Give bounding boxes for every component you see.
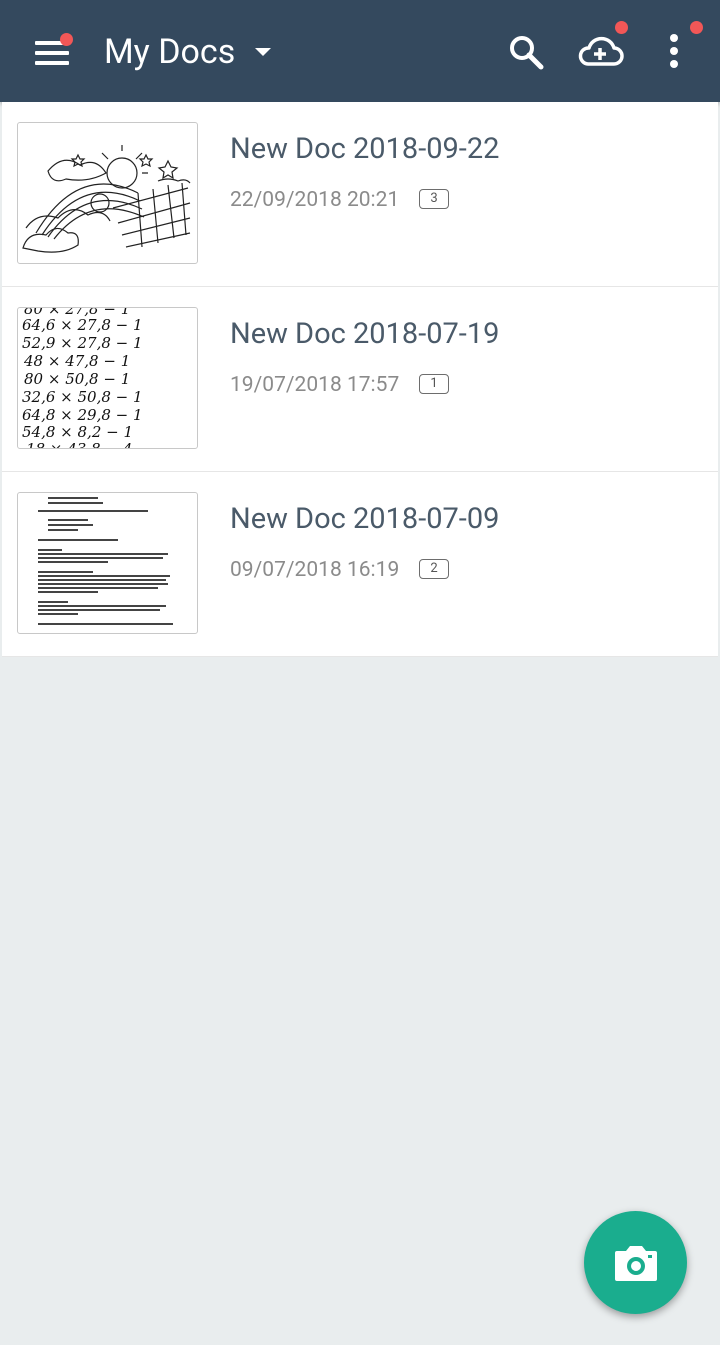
notification-dot (690, 21, 703, 34)
cloud-sync-button[interactable] (574, 21, 628, 78)
search-icon (510, 36, 544, 70)
camera-icon (615, 1246, 657, 1281)
document-title: New Doc 2018-09-22 (230, 132, 500, 166)
printed-letter-thumbnail (17, 492, 198, 634)
svg-text:64,8 × 29,8 − 1: 64,8 × 29,8 − 1 (22, 406, 143, 424)
document-row[interactable]: 80 × 27,8 − 1 64,6 × 27,8 − 1 52,9 × 27,… (2, 287, 718, 472)
sketch-drawing-thumbnail (17, 122, 198, 264)
chevron-down-icon (255, 48, 272, 56)
svg-text:54,8 × 8,2 − 1: 54,8 × 8,2 − 1 (22, 423, 133, 441)
document-date: 09/07/2018 16:19 (230, 558, 400, 582)
cloud-add-icon (578, 36, 624, 66)
svg-text:80 × 50,8 − 1: 80 × 50,8 − 1 (24, 370, 130, 388)
more-options-button[interactable] (648, 21, 703, 78)
svg-text:32,6 × 50,8 − 1: 32,6 × 50,8 − 1 (22, 388, 143, 406)
folder-selector[interactable]: My Docs (104, 26, 272, 78)
svg-text:52,9 × 27,8 − 1: 52,9 × 27,8 − 1 (22, 334, 143, 352)
document-title: New Doc 2018-07-19 (230, 317, 500, 351)
svg-text:64,6 × 27,8 − 1: 64,6 × 27,8 − 1 (22, 316, 143, 334)
document-row[interactable]: New Doc 2018-07-09 09/07/2018 16:19 2 (2, 472, 718, 657)
document-date: 22/09/2018 20:21 (230, 188, 400, 212)
document-list: New Doc 2018-09-22 22/09/2018 20:21 3 80… (2, 102, 718, 657)
page-count-badge: 2 (419, 559, 449, 579)
search-button[interactable] (500, 26, 552, 78)
notification-dot (615, 21, 628, 34)
app-bar: My Docs (0, 0, 720, 102)
svg-text:18 × 43,8 − 4: 18 × 43,8 − 4 (26, 440, 132, 448)
notification-dot (60, 33, 73, 46)
document-date: 19/07/2018 17:57 (230, 373, 400, 397)
page-count-badge: 3 (419, 189, 449, 209)
page-title: My Docs (104, 32, 236, 72)
handwritten-math-thumbnail: 80 × 27,8 − 1 64,6 × 27,8 − 1 52,9 × 27,… (17, 307, 198, 449)
document-title: New Doc 2018-07-09 (230, 502, 500, 536)
svg-text:48 × 47,8 − 1: 48 × 47,8 − 1 (23, 352, 130, 370)
camera-button[interactable] (584, 1211, 687, 1314)
document-row[interactable]: New Doc 2018-09-22 22/09/2018 20:21 3 (2, 102, 718, 287)
page-count-badge: 1 (419, 374, 449, 394)
menu-button[interactable] (28, 28, 76, 76)
more-vert-icon (670, 34, 678, 68)
